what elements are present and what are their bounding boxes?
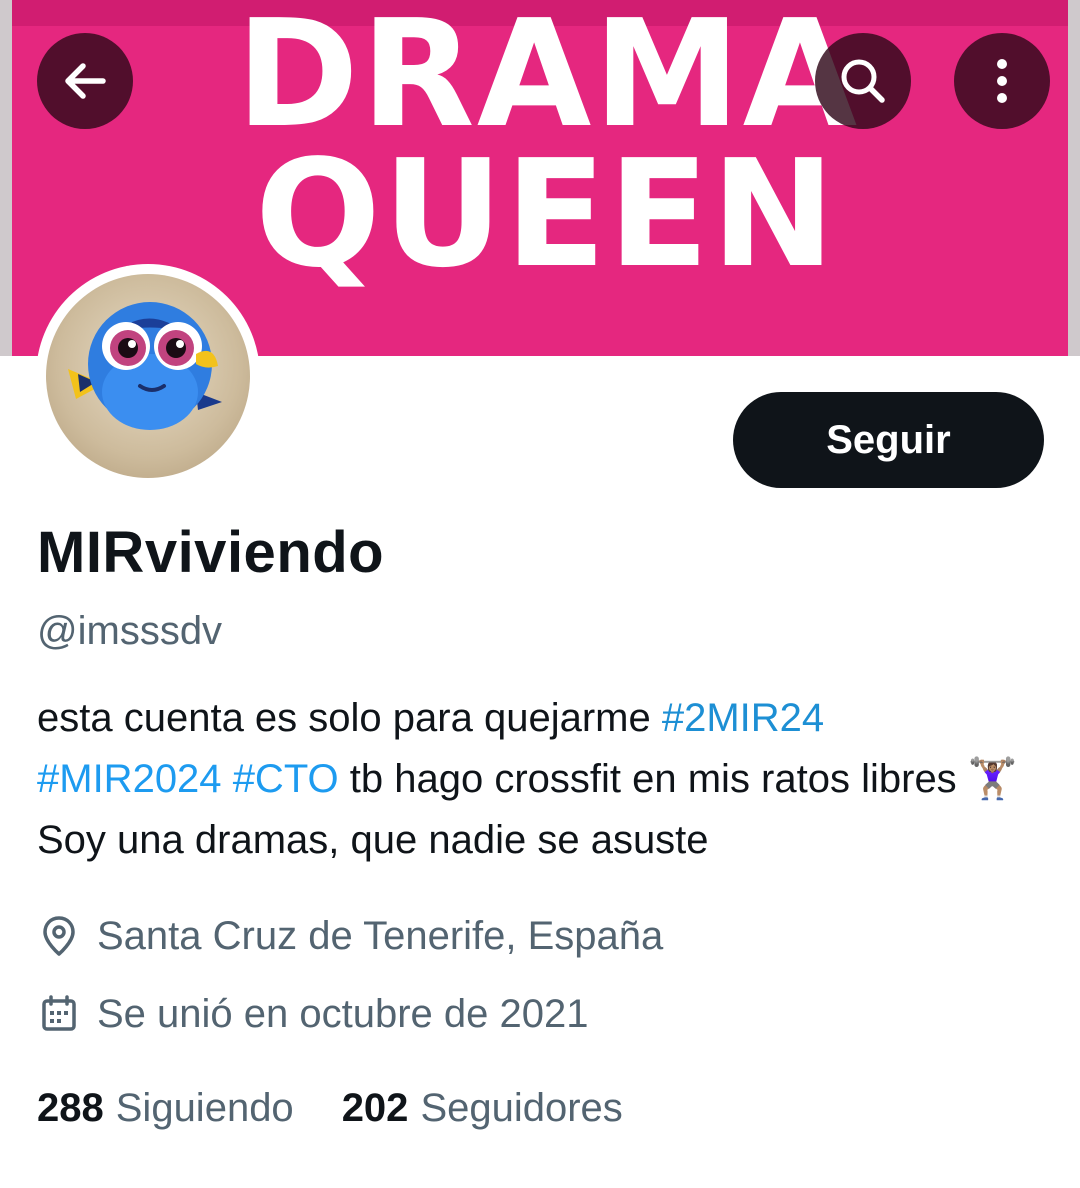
join-date-row: Se unió en octubre de 2021 [37,986,589,1042]
location-pin-icon [37,914,81,958]
banner-edge-left [0,0,12,356]
following-link[interactable]: 288 Siguiendo [37,1086,294,1131]
followers-link[interactable]: 202 Seguidores [342,1086,623,1131]
bio-text-part1: esta cuenta es solo para quejarme [37,696,662,740]
more-options-button[interactable] [954,33,1050,129]
follow-stats: 288 Siguiendo 202 Seguidores [37,1080,671,1136]
followers-count: 202 [341,1085,409,1130]
avatar-fish [68,302,222,430]
arrow-left-icon [65,63,106,99]
hashtag-link-2mir24[interactable]: #2MIR24 [662,696,824,740]
location-text: Santa Cruz de Tenerife, España [97,913,664,958]
banner-edge-right [1068,0,1080,356]
profile-avatar[interactable] [36,264,260,488]
banner-text-line2: QUEEN [254,128,838,300]
followers-label: Seguidores [420,1085,623,1130]
follow-button[interactable]: Seguir [733,392,1044,488]
display-name: MIRviviendo [37,520,385,585]
hashtag-link-cto[interactable]: #CTO [233,757,339,801]
avatar-image [46,274,250,478]
location-row: Santa Cruz de Tenerife, España [37,908,663,964]
hashtag-link-mir2024[interactable]: #MIR2024 [37,757,222,801]
more-vertical-icon [997,59,1007,103]
following-count: 288 [37,1085,104,1130]
profile-bio: esta cuenta es solo para quejarme #2MIR2… [37,688,1037,871]
back-button[interactable] [37,33,133,129]
join-date-text: Se unió en octubre de 2021 [97,991,589,1036]
search-icon [841,59,885,103]
bio-text-part2: tb hago crossfit en mis ratos libres [338,757,968,801]
search-button[interactable] [815,33,911,129]
user-handle: @imsssdv [37,609,223,653]
calendar-icon [37,992,81,1036]
weightlifting-emoji: 🏋🏽‍♀️ [967,757,1018,801]
following-label: Siguiendo [115,1085,294,1130]
bio-text-part3: Soy una dramas, que nadie se asuste [37,818,709,862]
